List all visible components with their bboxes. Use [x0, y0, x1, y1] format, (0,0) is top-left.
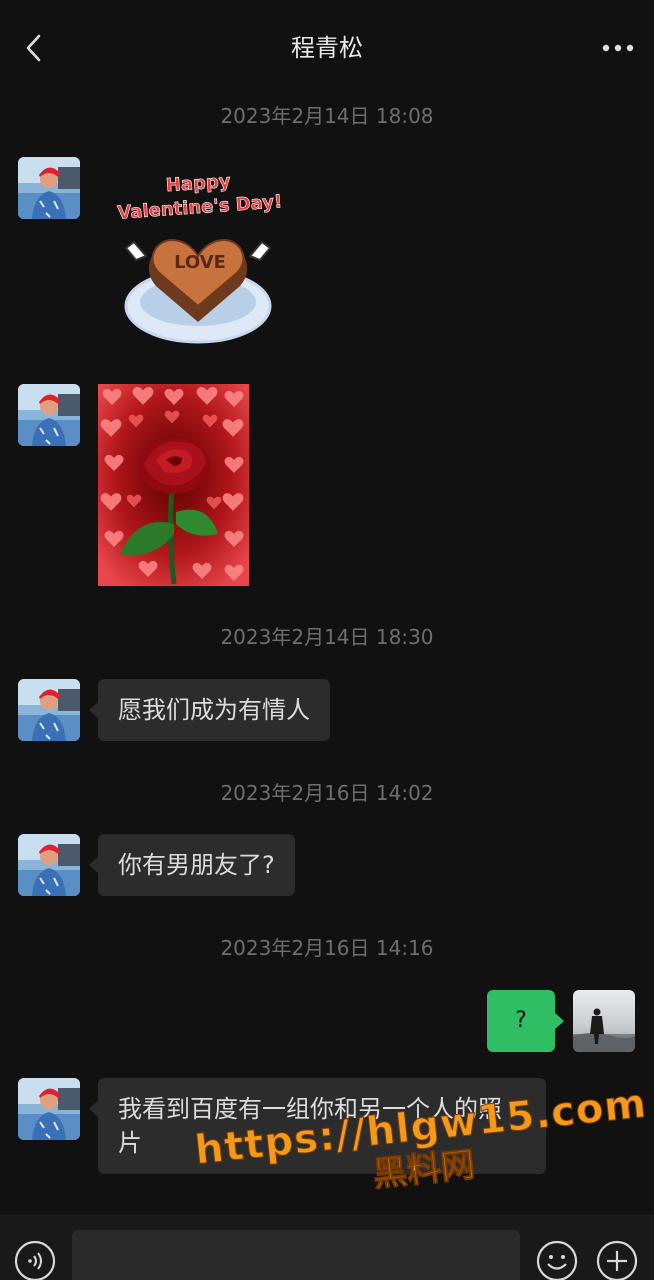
- message-text: 你有男朋友了?: [118, 851, 275, 879]
- message-bubble[interactable]: 你有男朋友了?: [89, 834, 295, 896]
- emoji-icon: [536, 1240, 578, 1280]
- plus-icon: [596, 1240, 638, 1280]
- message-timestamp: 2023年2月14日 18:08: [220, 104, 434, 128]
- message-text-line: 片: [118, 1129, 142, 1157]
- voice-icon: [14, 1240, 56, 1280]
- avatar-photo: [18, 157, 80, 219]
- avatar-photo: [18, 384, 80, 446]
- message-bubble[interactable]: 我看到百度有一组你和另一个人的照 片: [89, 1078, 546, 1174]
- message-bubble[interactable]: 愿我们成为有情人: [89, 679, 330, 741]
- rose-image[interactable]: [98, 384, 249, 586]
- chat-header: 程青松: [0, 0, 654, 96]
- contact-avatar[interactable]: [18, 834, 80, 896]
- contact-avatar[interactable]: [18, 679, 80, 741]
- sticker-cake-label: LOVE: [174, 252, 226, 273]
- message-timestamp: 2023年2月16日 14:02: [220, 781, 434, 805]
- my-avatar[interactable]: [573, 990, 635, 1052]
- contact-avatar[interactable]: [18, 157, 80, 219]
- message-text: ?: [515, 1008, 527, 1033]
- plus-button[interactable]: [596, 1240, 638, 1280]
- emoji-button[interactable]: [536, 1240, 578, 1280]
- avatar-photo: [18, 834, 80, 896]
- chat-title: 程青松: [291, 34, 363, 62]
- valentine-sticker[interactable]: Happy Valentine's Day! LOVE: [106, 168, 290, 346]
- message-timestamp: 2023年2月16日 14:16: [220, 936, 434, 960]
- message-text: 愿我们成为有情人: [118, 696, 310, 724]
- input-bar: [0, 1215, 654, 1280]
- more-dots-icon: [602, 44, 634, 52]
- contact-avatar[interactable]: [18, 384, 80, 446]
- message-timestamp: 2023年2月14日 18:30: [220, 625, 434, 649]
- message-text-line: 我看到百度有一组你和另一个人的照: [118, 1095, 502, 1123]
- chat-screen: 程青松 2023年2月14日 18:08 Happy Valentine's D…: [0, 0, 654, 1280]
- contact-avatar[interactable]: [18, 1078, 80, 1140]
- avatar-photo: [573, 990, 635, 1052]
- avatar-photo: [18, 679, 80, 741]
- avatar-photo: [18, 1078, 80, 1140]
- message-input[interactable]: [72, 1230, 520, 1280]
- rose-image-art: [98, 384, 249, 586]
- voice-button[interactable]: [14, 1240, 56, 1280]
- more-button[interactable]: [596, 28, 640, 68]
- outgoing-message-bubble[interactable]: ?: [487, 990, 564, 1052]
